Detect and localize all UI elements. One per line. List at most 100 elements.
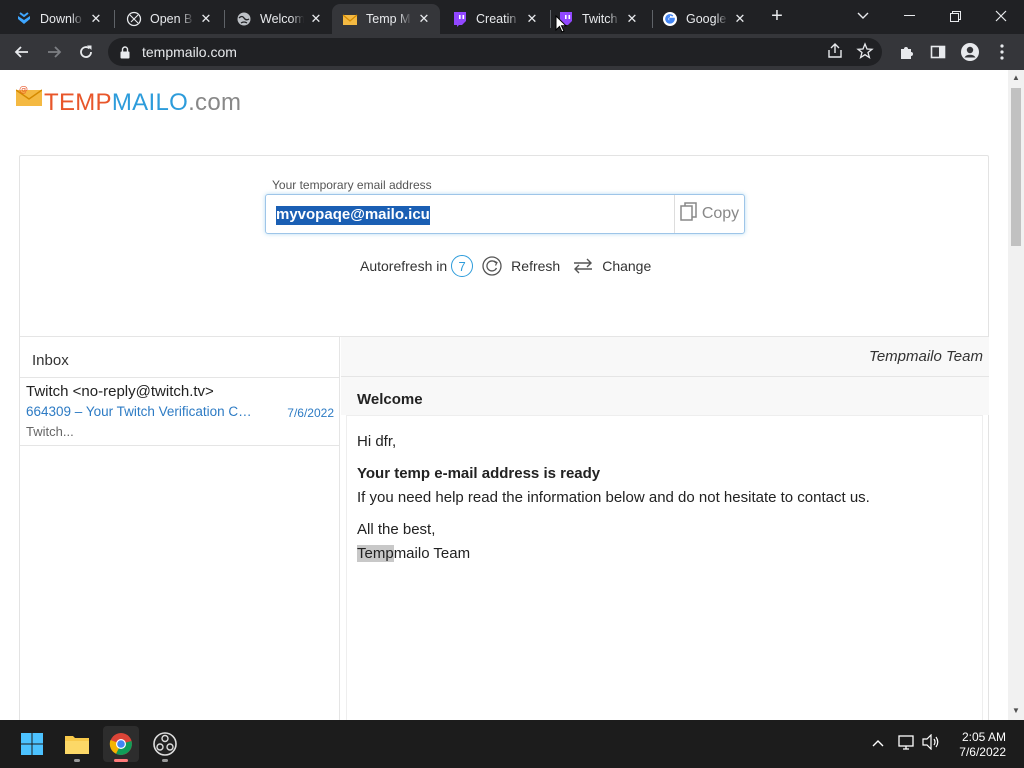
- windows-taskbar: 2:05 AM 7/6/2022: [0, 720, 1024, 768]
- tab-search-icon[interactable]: [840, 0, 886, 32]
- tab-title: Google: [686, 12, 727, 26]
- close-icon[interactable]: ✕: [198, 11, 214, 27]
- tab-welcome[interactable]: Welcom ✕: [226, 4, 332, 34]
- copy-button[interactable]: Copy: [674, 195, 744, 233]
- mouse-cursor-icon: [555, 14, 568, 38]
- signoff-text: All the best,: [357, 521, 436, 538]
- clock-time: 2:05 AM: [961, 730, 1006, 744]
- change-label: Change: [602, 258, 652, 274]
- globe-icon: [236, 11, 252, 27]
- close-icon[interactable]: ✕: [624, 11, 640, 27]
- page-scrollbar[interactable]: ▲ ▼: [1008, 70, 1024, 720]
- extensions-icon[interactable]: [892, 38, 920, 66]
- windows-logo-icon: [21, 733, 43, 755]
- tab-open-b[interactable]: Open B ✕: [116, 4, 222, 34]
- side-panel-icon[interactable]: [924, 38, 952, 66]
- close-icon[interactable]: ✕: [308, 11, 324, 27]
- close-icon[interactable]: ✕: [88, 11, 104, 27]
- minimize-button[interactable]: [886, 0, 932, 32]
- web-page: @ TEMP MAILO .com Your temporary email add…: [0, 70, 1008, 720]
- copy-label: Copy: [701, 205, 740, 222]
- start-button[interactable]: [14, 726, 50, 762]
- globe-icon: [126, 11, 142, 27]
- folder-icon: [65, 736, 89, 754]
- chrome-taskbar-button[interactable]: [103, 726, 139, 762]
- obs-icon: [153, 732, 177, 756]
- scrollbar-thumb[interactable]: [1011, 88, 1021, 246]
- reader-body: Hi dfr, Your temp e-mail address is read…: [346, 415, 983, 720]
- inbox-title: Inbox: [32, 352, 69, 369]
- close-icon[interactable]: ✕: [732, 11, 748, 27]
- tab-title: Creatin: [476, 12, 517, 26]
- close-icon[interactable]: ✕: [524, 11, 540, 27]
- message-sender: Twitch <no-reply@twitch.tv>: [26, 383, 214, 400]
- reload-button[interactable]: [72, 38, 100, 66]
- body-text: If you need help read the information be…: [357, 489, 870, 506]
- refresh-button[interactable]: Refresh: [481, 255, 560, 277]
- back-button[interactable]: [8, 38, 36, 66]
- mailbox-card: Your temporary email address myvopaqe@ma…: [19, 155, 989, 720]
- inbox-panel: Inbox Twitch <no-reply@twitch.tv> 664309…: [20, 337, 340, 720]
- reader-subject: Welcome: [357, 391, 423, 408]
- tab-download[interactable]: Downlo ✕: [6, 4, 112, 34]
- reader-subject-bar: Welcome: [341, 377, 989, 415]
- tab-title: Twitch: [582, 12, 618, 26]
- change-button[interactable]: Change: [572, 257, 651, 275]
- reader-sender: Tempmailo Team: [869, 348, 983, 365]
- system-clock[interactable]: 2:05 AM 7/6/2022: [959, 730, 1006, 760]
- refresh-icon: [482, 256, 502, 276]
- signature-rest: mailo Team: [393, 545, 471, 562]
- logo-part-temp: TEMP: [44, 89, 112, 116]
- download-icon: [16, 11, 32, 27]
- file-explorer-button[interactable]: [59, 726, 95, 762]
- copy-icon: [680, 201, 698, 227]
- clock-date: 7/6/2022: [959, 745, 1006, 759]
- signature-highlight: Temp: [357, 545, 394, 562]
- body-heading: Your temp e-mail address is ready: [357, 465, 601, 482]
- tab-temp-mail[interactable]: Temp M ✕: [332, 4, 440, 34]
- email-address-value[interactable]: myvopaqe@mailo.icu: [276, 206, 430, 225]
- close-icon[interactable]: ✕: [416, 11, 432, 27]
- browser-toolbar: tempmailo.com: [0, 34, 1024, 70]
- reader-header: Tempmailo Team: [341, 337, 989, 377]
- browser-menu-icon[interactable]: [988, 38, 1016, 66]
- divider: [20, 445, 340, 446]
- autorefresh-label: Autorefresh in: [360, 258, 448, 274]
- chrome-icon: [109, 733, 132, 755]
- share-icon[interactable]: [826, 42, 844, 63]
- envelope-logo-icon: @: [15, 84, 43, 113]
- bookmark-star-icon[interactable]: [856, 42, 874, 63]
- tab-google[interactable]: Google ✕: [652, 4, 756, 34]
- network-icon[interactable]: [898, 734, 916, 753]
- profile-avatar-icon[interactable]: [956, 38, 984, 66]
- volume-icon[interactable]: [922, 733, 940, 753]
- message-preview: Twitch...: [26, 424, 74, 439]
- logo-part-domain: .com: [188, 89, 242, 116]
- new-tab-button[interactable]: +: [760, 0, 794, 32]
- tab-title: Temp M: [366, 12, 411, 26]
- address-bar[interactable]: tempmailo.com: [108, 38, 882, 66]
- email-label: Your temporary email address: [272, 178, 432, 192]
- list-item[interactable]: Twitch <no-reply@twitch.tv> 664309 – You…: [26, 383, 334, 445]
- lock-icon[interactable]: [120, 45, 130, 59]
- message-date: 7/6/2022: [287, 406, 334, 420]
- email-field[interactable]: myvopaqe@mailo.icu Copy: [265, 194, 745, 234]
- logo-part-mailo: MAILO: [111, 89, 189, 116]
- scroll-down-arrow[interactable]: ▼: [1012, 707, 1020, 715]
- restore-button[interactable]: [932, 0, 978, 32]
- tray-chevron-icon[interactable]: [872, 734, 884, 750]
- forward-button[interactable]: [40, 38, 68, 66]
- message-subject[interactable]: 664309 – Your Twitch Verification Code: [26, 404, 254, 419]
- greeting-text: Hi dfr,: [357, 433, 397, 450]
- obs-taskbar-button[interactable]: [147, 726, 183, 762]
- site-logo[interactable]: @ TEMP MAILO .com: [15, 84, 242, 117]
- scroll-up-arrow[interactable]: ▲: [1012, 74, 1020, 82]
- twitch-icon: [452, 11, 468, 27]
- close-window-button[interactable]: [978, 0, 1024, 32]
- tab-title: Welcom: [260, 12, 304, 26]
- tab-creating[interactable]: Creatin ✕: [442, 4, 548, 34]
- refresh-label: Refresh: [511, 258, 561, 274]
- google-icon: [662, 11, 678, 27]
- mailbox-actions: Autorefresh in 7 Refresh Change: [360, 255, 651, 277]
- envelope-icon: [342, 11, 358, 27]
